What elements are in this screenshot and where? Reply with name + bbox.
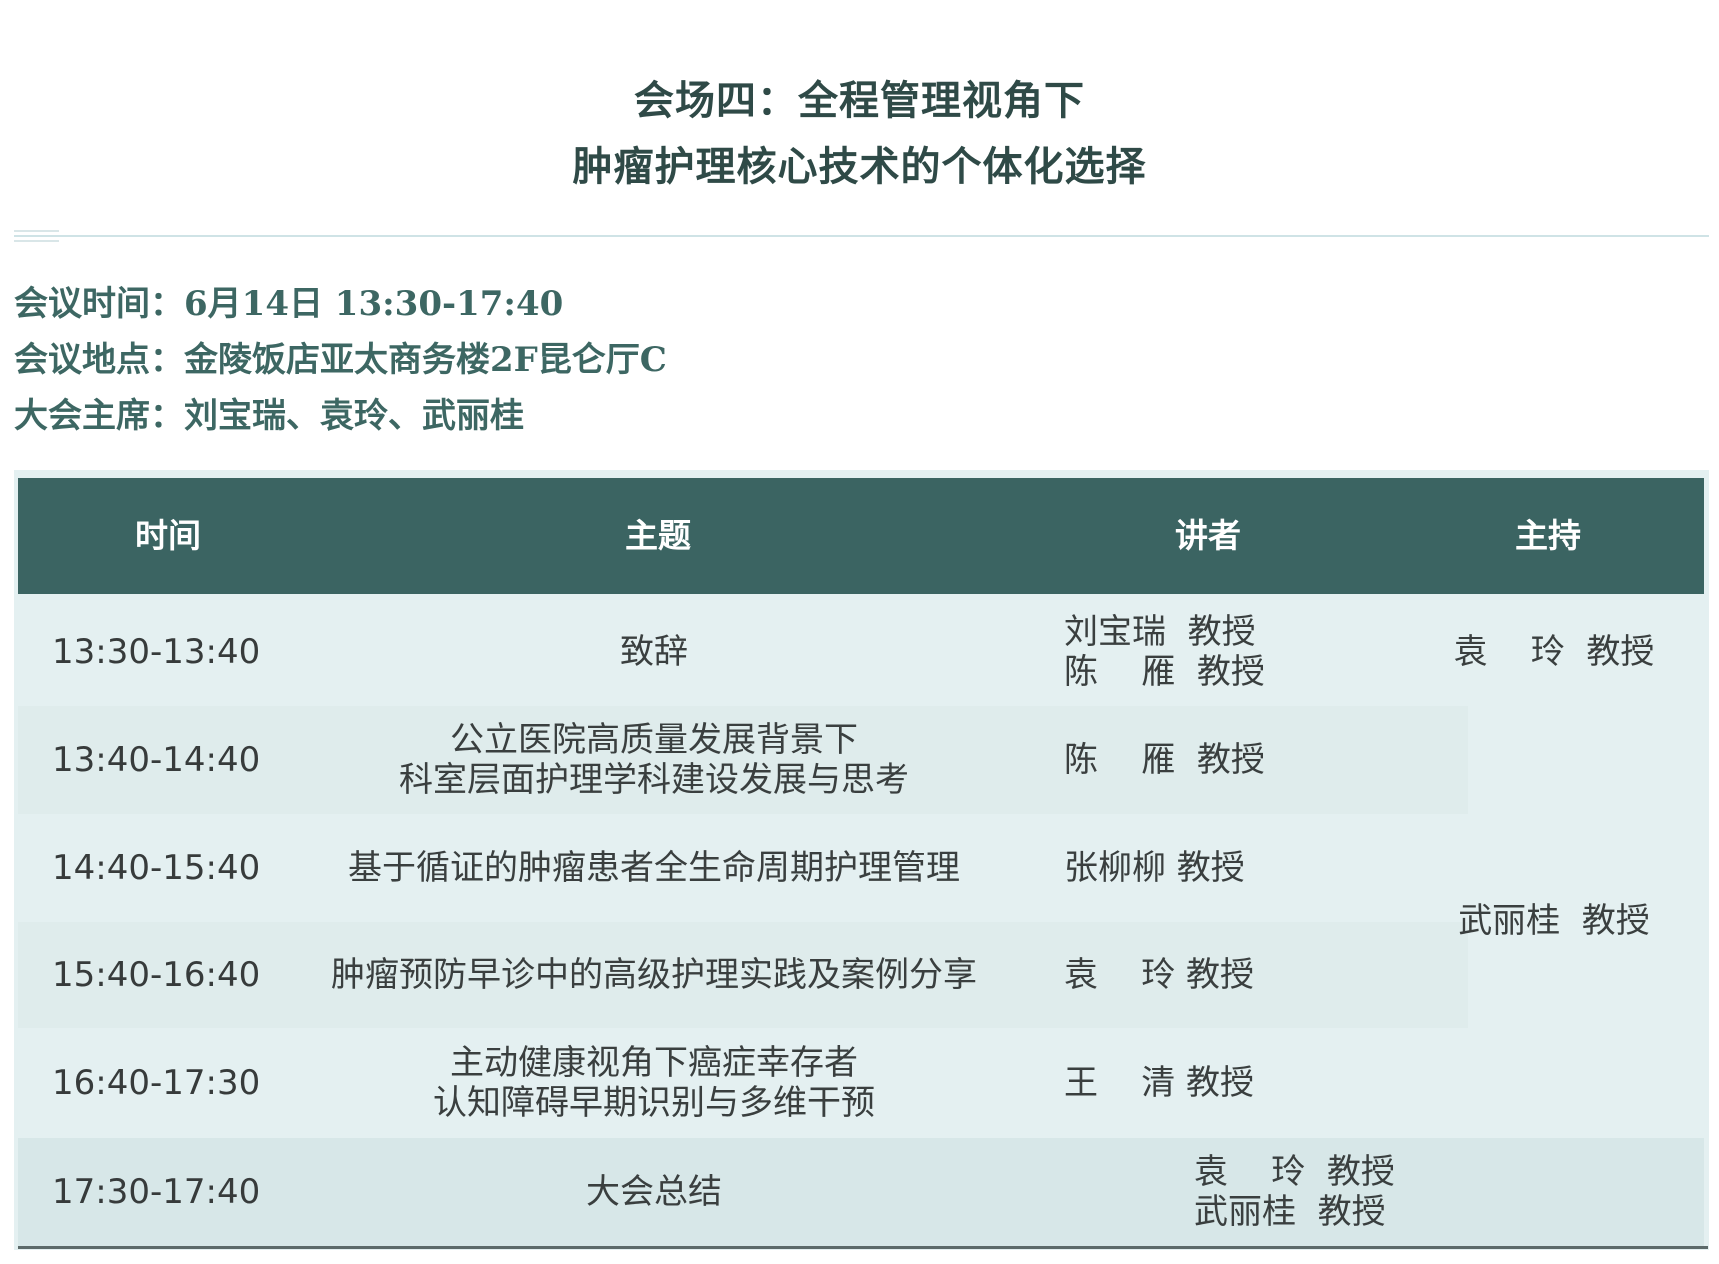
table-row-6-speaker: 袁 玲 教授 武丽桂 教授 [1194,1138,1484,1246]
topic-line: 肿瘤预防早诊中的高级护理实践及案例分享 [331,955,977,995]
meeting-time: 会议时间：6月14日 13:30-17:40 [14,276,667,332]
topic-line: 基于循证的肿瘤患者全生命周期护理管理 [348,848,960,888]
table-row-5-speaker: 王 清 教授 [1064,1028,1334,1138]
meeting-place: 会议地点：金陵饭店亚太商务楼2F昆仑厅C [14,332,667,388]
table-row-2-speaker: 陈 雁 教授 [1064,706,1334,814]
title-line-2: 肿瘤护理核心技术的个体化选择 [572,144,1147,190]
speaker-line: 刘宝瑞 教授 [1064,612,1256,652]
meeting-chair: 大会主席：刘宝瑞、袁玲、武丽桂 [14,388,667,444]
table-row-6-time: 17:30-17:40 [52,1172,261,1212]
speaker-line: 袁 玲 教授 [1064,955,1255,995]
table-row-1-time: 13:30-13:40 [52,632,261,672]
speaker-line: 陈 雁 教授 [1064,740,1265,780]
table-row-2-topic: 公立医院高质量发展背景下 科室层面护理学科建设发展与思考 [274,706,1034,814]
topic-line: 认知障碍早期识别与多维干预 [433,1083,875,1123]
topic-line: 科室层面护理学科建设发展与思考 [399,760,909,800]
speaker-line: 张柳柳 教授 [1064,848,1245,888]
meeting-chair-label: 大会主席： [14,396,184,436]
table-row-1-speaker: 刘宝瑞 教授 陈 雁 教授 [1064,598,1334,706]
header-time: 时间 [135,516,201,555]
table-row-3-time: 14:40-15:40 [52,848,261,888]
page-title: 会场四：全程管理视角下 肿瘤护理核心技术的个体化选择 [0,68,1719,200]
table-row-3-speaker: 张柳柳 教授 [1064,814,1334,922]
host-1: 袁 玲 教授 [1453,632,1655,672]
header-speaker: 讲者 [1175,516,1241,555]
meeting-chair-value: 刘宝瑞、袁玲、武丽桂 [184,396,524,436]
table-bottom-line [18,1246,1708,1249]
divider-mark [14,240,59,242]
topic-line: 大会总结 [586,1172,722,1212]
meeting-place-label: 会议地点： [14,340,184,380]
schedule-table: 时间 主题 讲者 主持 13:30-13:40 致辞 刘宝瑞 教授 陈 雁 教授… [14,470,1709,1250]
host-2: 武丽桂 教授 [1458,901,1650,941]
divider-mark [14,230,59,232]
topic-line: 致辞 [620,632,688,672]
table-row-4-speaker: 袁 玲 教授 [1064,922,1334,1028]
title-line-1: 会场四：全程管理视角下 [634,78,1085,124]
speaker-line: 武丽桂 教授 [1194,1192,1386,1232]
table-row-5-time: 16:40-17:30 [52,1063,261,1103]
meeting-place-value: 金陵饭店亚太商务楼2F昆仑厅C [184,340,667,380]
divider [14,235,1709,237]
speaker-line: 袁 玲 教授 [1194,1152,1395,1192]
header-host: 主持 [1515,516,1581,555]
table-row-5-topic: 主动健康视角下癌症幸存者 认知障碍早期识别与多维干预 [274,1028,1034,1138]
meeting-time-label: 会议时间： [14,284,184,324]
table-row-4-topic: 肿瘤预防早诊中的高级护理实践及案例分享 [274,922,1034,1028]
table-row-1-topic: 致辞 [274,598,1034,706]
speaker-line: 陈 雁 教授 [1064,652,1265,692]
meeting-info: 会议时间：6月14日 13:30-17:40 会议地点：金陵饭店亚太商务楼2F昆… [14,276,667,444]
table-row-2-time: 13:40-14:40 [52,740,261,780]
topic-line: 公立医院高质量发展背景下 [450,720,858,760]
table-row-4-time: 15:40-16:40 [52,955,261,995]
header-topic: 主题 [625,516,691,555]
table-header: 时间 主题 讲者 主持 [18,478,1704,594]
table-row-3-topic: 基于循证的肿瘤患者全生命周期护理管理 [274,814,1034,922]
speaker-line: 王 清 教授 [1064,1063,1255,1103]
table-row-6-topic: 大会总结 [274,1138,1034,1246]
topic-line: 主动健康视角下癌症幸存者 [450,1043,858,1083]
meeting-time-value: 6月14日 13:30-17:40 [184,284,564,324]
